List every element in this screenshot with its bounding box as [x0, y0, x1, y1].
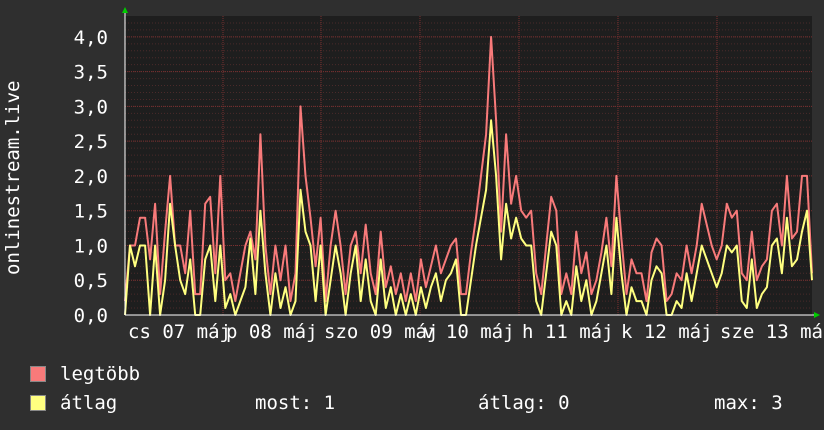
- x-tick-label: p 08 máj: [226, 321, 318, 343]
- y-tick-label: 3,5: [74, 62, 108, 84]
- x-tick-label: k 12 máj: [621, 321, 713, 343]
- y-tick-label: 2,5: [74, 131, 108, 153]
- line-chart: 0,0 0,5 1,0 1,5 2,0 2,5 3,0 3,5 4,0 cs 07 májp 08…: [74, 7, 824, 343]
- stat-average: átlag: 0: [478, 392, 570, 414]
- legend-label-max: legtöbb: [60, 363, 141, 385]
- stat-max: max: 3: [714, 392, 783, 414]
- y-tick-label: 1,5: [74, 201, 108, 223]
- legend-swatch-avg: [30, 395, 46, 411]
- x-tick-label: sze 13 máj: [720, 321, 824, 343]
- y-tick-label: 4,0: [74, 27, 108, 49]
- x-tick-label: h 11 máj: [522, 321, 614, 343]
- y-tick-label: 3,0: [74, 96, 108, 118]
- y-axis-arrow: [122, 7, 128, 13]
- legend-swatch-max: [30, 366, 46, 382]
- y-tick-label: 0,5: [74, 270, 108, 292]
- x-tick-label: cs 07 máj: [128, 321, 231, 343]
- stat-now: most: 1: [255, 392, 336, 414]
- x-tick-label: v 10 máj: [423, 321, 515, 343]
- y-tick-label: 1,0: [74, 235, 108, 257]
- y-tick-label: 2,0: [74, 166, 108, 188]
- x-axis-arrow: [814, 312, 820, 318]
- x-tick-label: szo 09 máj: [324, 321, 438, 343]
- y-tick-label: 0,0: [74, 305, 108, 327]
- legend-label-avg: átlag: [60, 392, 118, 414]
- chart-root: onlinestream.live 0,0 0,5 1,0 1,5 2,0 2,5 3,0 3…: [0, 0, 824, 430]
